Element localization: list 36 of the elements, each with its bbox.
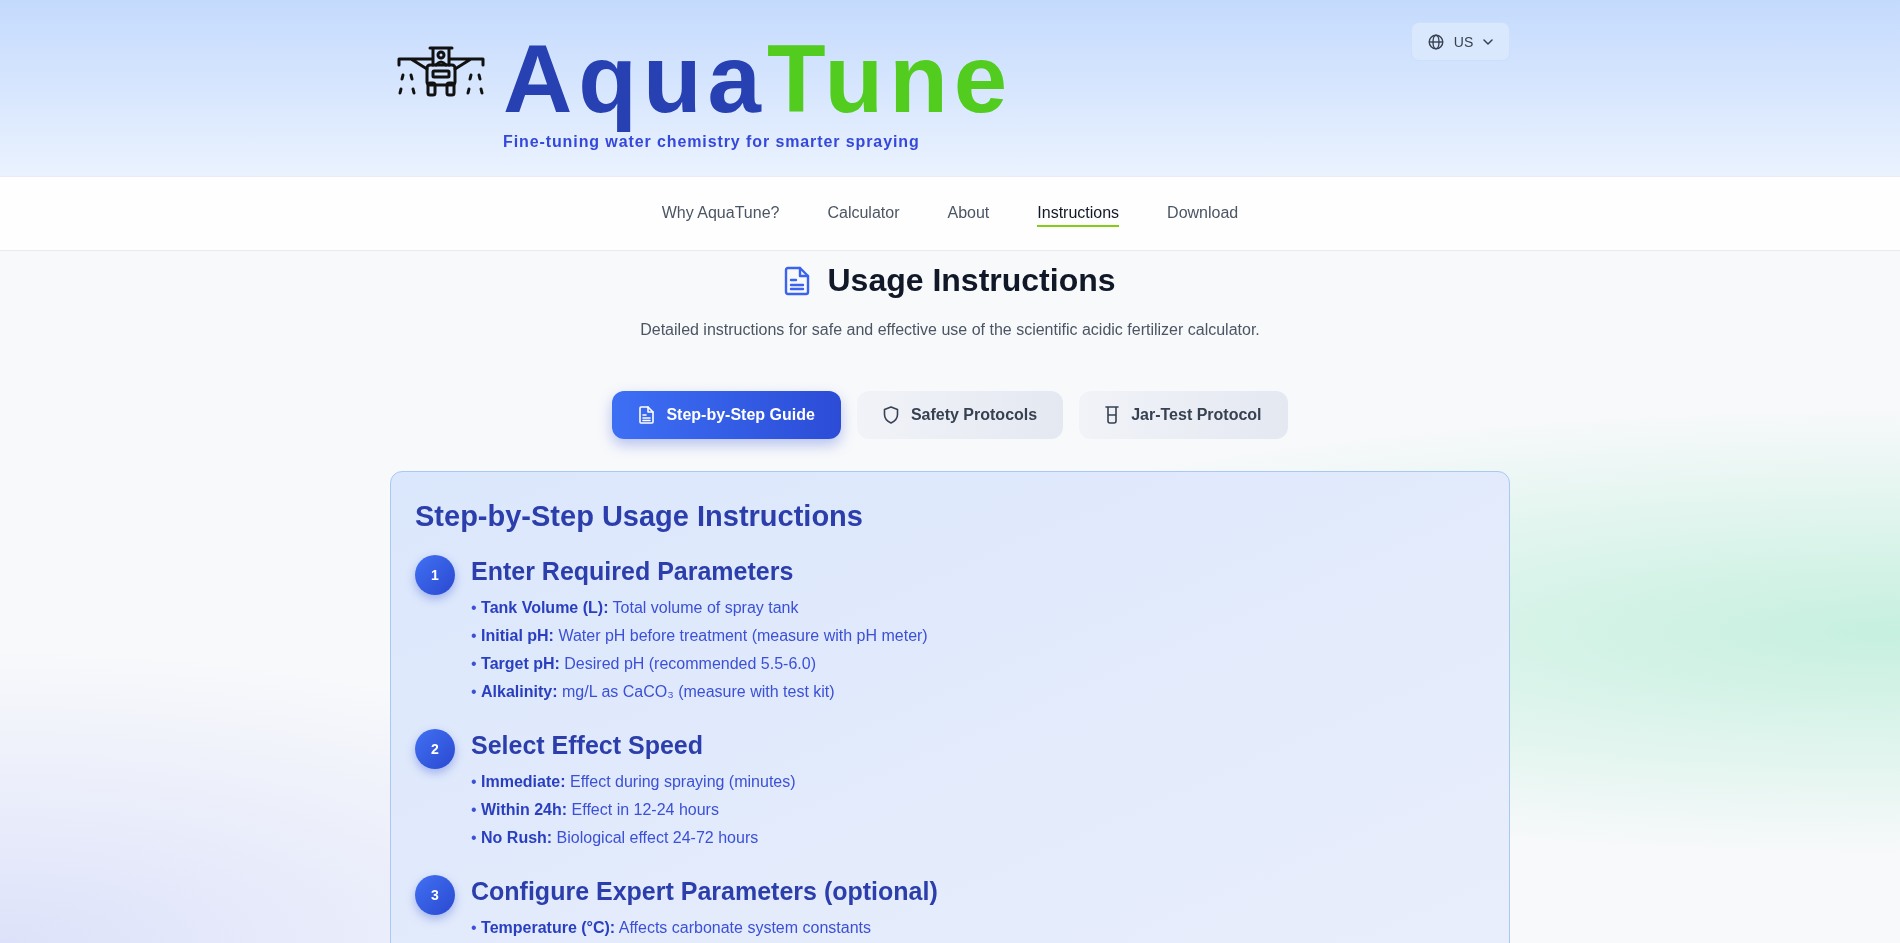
globe-icon (1428, 33, 1444, 50)
step-detail: • Temperature (°C): Affects carbonate system constants (471, 918, 872, 938)
step-detail: • Alkalinity: mg/L as CaCO₃ (measure with test kit) (471, 682, 836, 702)
step-detail: • Within 24h: Effect in 12-24 hours (471, 800, 720, 820)
card-title: Step-by-Step Usage Instructions (415, 499, 864, 533)
document-icon (784, 265, 811, 296)
nav-link[interactable]: Why AquaTune? (661, 200, 780, 227)
step-title: Select Effect Speed (471, 730, 705, 761)
language-label: US (1453, 32, 1474, 52)
shield-icon (882, 406, 899, 424)
step-detail: • Initial pH: Water pH before treatment (measure with pH meter) (471, 626, 928, 646)
tab[interactable]: Step-by-Step Guide (612, 391, 841, 439)
step-detail: • No Rush: Biological effect 24-72 hours (471, 828, 760, 848)
document-icon (638, 406, 655, 424)
nav-link[interactable]: Download (1167, 200, 1239, 227)
chevron-down-icon (1483, 38, 1493, 45)
step-title: Enter Required Parameters (471, 556, 795, 587)
step-number: 3 (415, 875, 455, 915)
beaker-icon (1105, 406, 1120, 424)
nav-link[interactable]: Instructions (1037, 200, 1120, 227)
logo-wordmark: AquaTune (503, 25, 1014, 133)
step-detail: • Immediate: Effect during spraying (minutes) (471, 772, 796, 792)
page-subtitle: Detailed instructions for safe and effective use of the scientific acidic fertilizer calculator. (640, 320, 1260, 340)
language-button[interactable]: US (1411, 22, 1510, 61)
step-detail: • Tank Volume (L): Total volume of spray tank (471, 598, 800, 618)
tab[interactable]: Jar-Test Protocol (1079, 391, 1288, 439)
step-number: 1 (415, 555, 455, 595)
tab[interactable]: Safety Protocols (856, 391, 1064, 439)
nav-link[interactable]: About (947, 200, 990, 227)
page-title: Usage Instructions (827, 261, 1116, 300)
tagline: Fine-tuning water chemistry for smarter spraying (503, 132, 921, 151)
nav-link[interactable]: Calculator (827, 200, 900, 227)
tractor-icon (397, 45, 485, 97)
step-title: Configure Expert Parameters (optional) (471, 876, 938, 907)
step-detail: • Target pH: Desired pH (recommended 5.5-6.0) (471, 654, 817, 674)
step-number: 2 (415, 729, 455, 769)
